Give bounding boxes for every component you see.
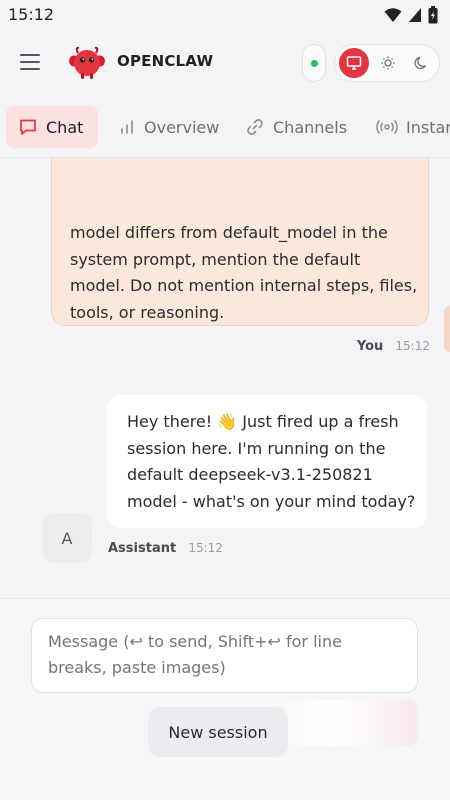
message-input[interactable]	[31, 618, 418, 693]
chat-bubble-icon	[20, 119, 36, 135]
tab-overview[interactable]: Overview	[106, 106, 231, 148]
assistant-message-meta: Assistant 15:12	[108, 541, 223, 556]
scrollbar-thumb[interactable]	[444, 306, 450, 352]
tab-chat[interactable]: Chat	[6, 106, 98, 148]
tab-chat-label: Chat	[46, 117, 84, 137]
theme-light-button[interactable]	[373, 48, 403, 78]
menu-icon	[20, 54, 40, 56]
user-message-time: 15:12	[395, 339, 430, 353]
connection-status	[302, 44, 326, 82]
theme-system-button[interactable]	[339, 48, 369, 78]
assistant-sender-name: Assistant	[108, 541, 177, 556]
status-time: 15:12	[8, 5, 55, 24]
brand-name: OPENCLAW	[117, 52, 214, 70]
tab-instances-label: Instar	[406, 117, 450, 137]
openclaw-logo-icon	[69, 46, 105, 79]
nav-tabs: Chat Overview Channels Instar	[0, 96, 450, 158]
menu-icon-bar	[20, 68, 40, 70]
signal-icon	[409, 8, 421, 22]
online-status-dot	[311, 60, 318, 67]
status-icons	[384, 6, 438, 24]
app-header: OPENCLAW	[0, 30, 450, 96]
menu-icon-bar	[20, 61, 40, 63]
sun-icon	[381, 56, 395, 70]
monitor-icon	[346, 56, 362, 70]
tab-instances[interactable]: Instar	[364, 106, 450, 148]
tab-channels[interactable]: Channels	[233, 106, 359, 148]
theme-toggle-group	[334, 44, 440, 82]
moon-icon	[414, 56, 427, 70]
user-message-meta: You 15:12	[357, 339, 430, 354]
assistant-message-text: Hey there! 👋 Just fired up a fresh sessi…	[127, 412, 416, 511]
assistant-message-time: 15:12	[188, 541, 223, 555]
chat-thread[interactable]: model differs from default_model in the …	[0, 158, 450, 598]
menu-button[interactable]	[20, 52, 44, 72]
broadcast-icon	[376, 119, 398, 135]
link-icon	[247, 119, 263, 135]
tab-overview-label: Overview	[144, 117, 220, 137]
system-status-bar: 15:12	[0, 0, 450, 30]
blurred-overlay	[274, 700, 418, 746]
wifi-icon	[384, 8, 402, 22]
user-sender-name: You	[356, 339, 384, 354]
battery-icon	[428, 6, 438, 24]
theme-dark-button[interactable]	[407, 48, 437, 78]
tab-channels-label: Channels	[273, 117, 348, 137]
bar-chart-icon	[121, 120, 133, 134]
new-session-button[interactable]: New session	[148, 707, 288, 757]
user-message-text: model differs from default_model in the …	[70, 223, 418, 322]
assistant-avatar: A	[42, 513, 92, 563]
